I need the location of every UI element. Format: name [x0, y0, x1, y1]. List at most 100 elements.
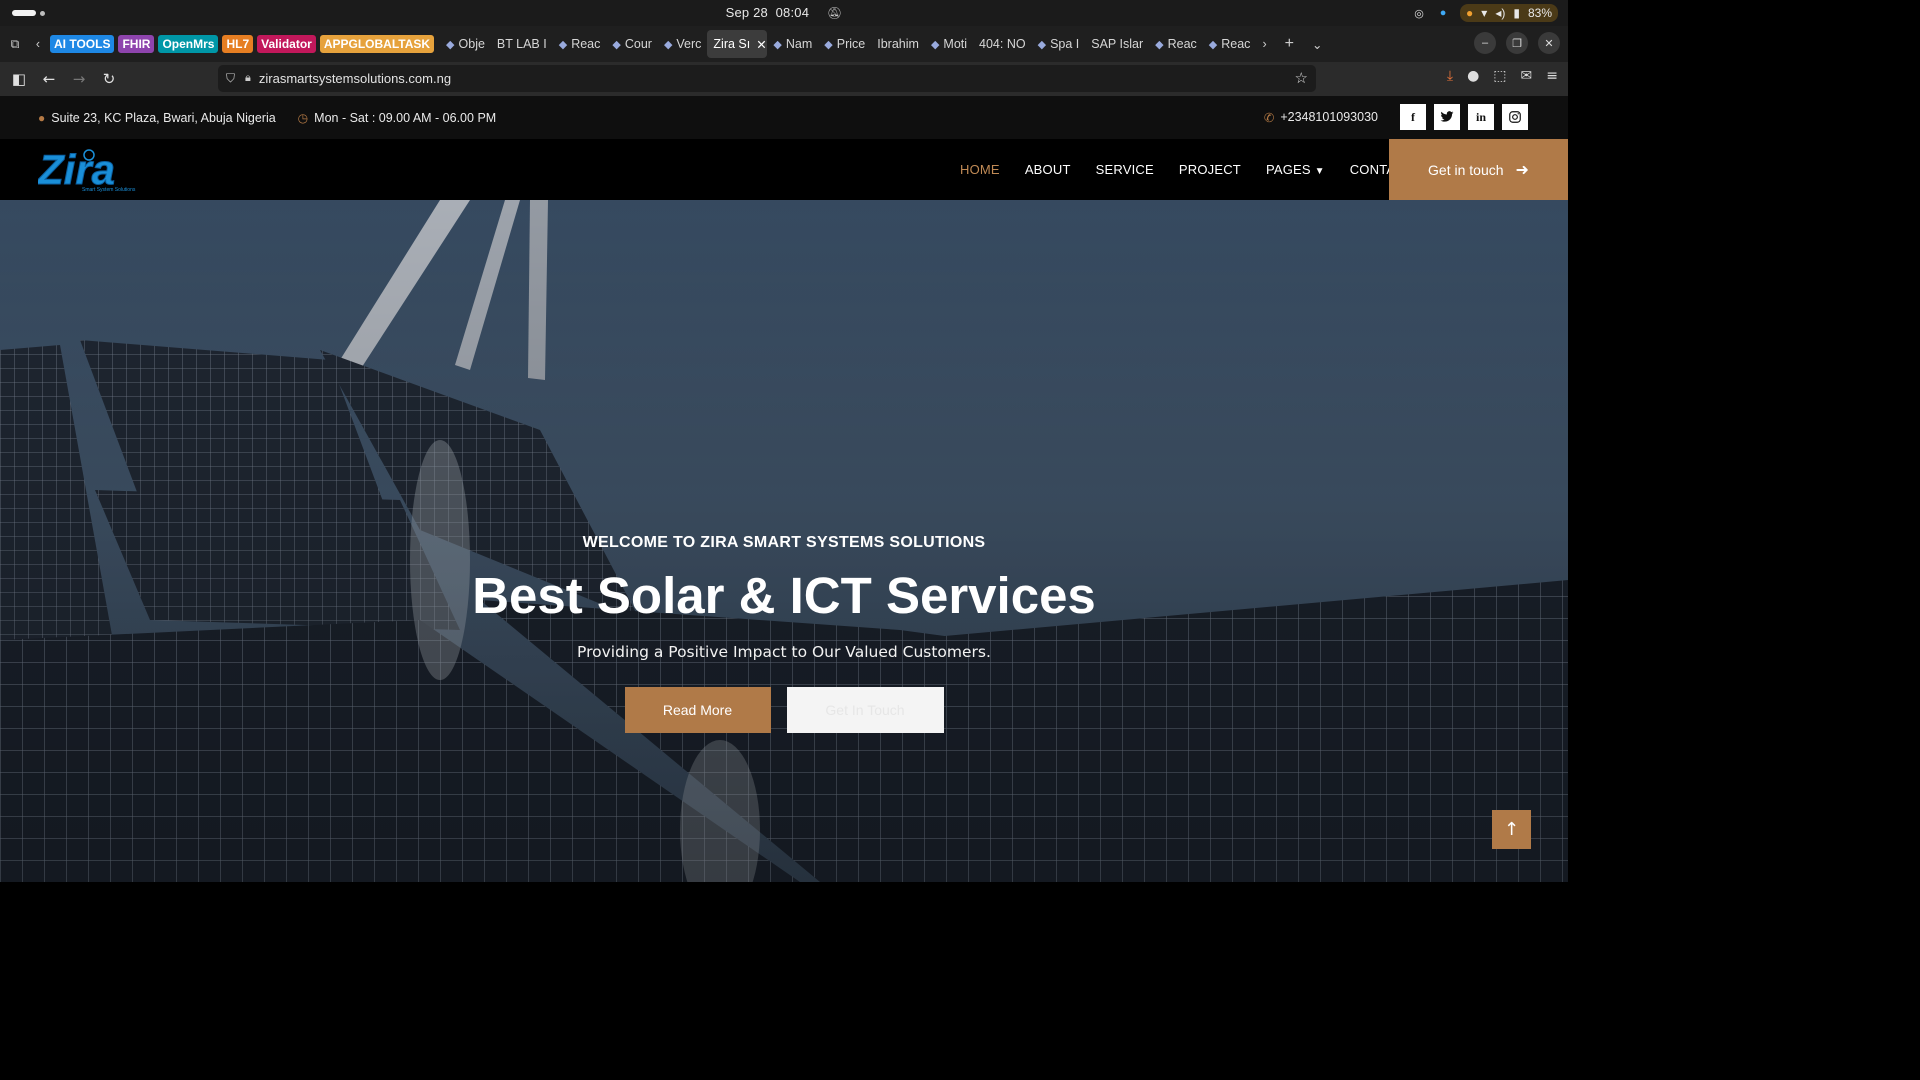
- facebook-icon[interactable]: f: [1400, 104, 1426, 130]
- extension-badge-icon[interactable]: ✉: [1521, 68, 1533, 84]
- browser-tab[interactable]: ◆ Price: [818, 30, 871, 58]
- tab-label: Zira Sı: [713, 37, 751, 51]
- minimize-icon[interactable]: –: [1474, 32, 1496, 54]
- browser-tab[interactable]: 404: NO: [973, 30, 1032, 58]
- grid-icon: ◆: [446, 38, 455, 51]
- hero-content: WELCOME TO ZIRA SMART SYSTEMS SOLUTIONS …: [0, 534, 1568, 733]
- pinned-group-2[interactable]: OpenMrs: [158, 35, 219, 53]
- tab-label: BT LAB I: [496, 37, 547, 51]
- bookmark-star-icon[interactable]: ☆: [1295, 69, 1308, 87]
- tab-overview-icon[interactable]: ⧉: [0, 37, 30, 52]
- instagram-icon[interactable]: [1502, 104, 1528, 130]
- hero-get-in-touch-button[interactable]: Get In Touch: [786, 687, 944, 733]
- twitter-icon[interactable]: [1434, 104, 1460, 130]
- url-text[interactable]: zirasmartsystemsolutions.com.ng: [259, 71, 451, 86]
- browser-tab[interactable]: ◆ Moti: [925, 30, 973, 58]
- tab-controls: › + ⌄: [1262, 35, 1322, 53]
- pinned-tab-groups: AI TOOLS FHIR OpenMrs HL7 Validator APPGLOBAL…: [50, 35, 435, 53]
- browser-tab[interactable]: ◆ Nam: [767, 30, 818, 58]
- get-in-touch-label: Get in touch: [1428, 161, 1504, 178]
- tab-label: Ibrahim: [877, 37, 919, 51]
- browser-tab[interactable]: Ibrahim: [871, 30, 925, 58]
- download-icon[interactable]: ⤓: [1447, 68, 1453, 84]
- back-to-top-button[interactable]: ↑: [1492, 810, 1531, 849]
- nav-home[interactable]: HOME: [960, 162, 1000, 177]
- reload-icon[interactable]: ↻: [94, 70, 124, 88]
- nav-about[interactable]: ABOUT: [1025, 162, 1071, 177]
- close-tab-icon[interactable]: ✕: [756, 37, 766, 52]
- browser-tab[interactable]: BT LAB I: [491, 30, 553, 58]
- browser-tab[interactable]: ◆ Verc: [658, 30, 707, 58]
- tab-label: Nam: [785, 37, 813, 51]
- battery-level: 83%: [1527, 6, 1552, 20]
- notifications-muted-icon: 🔕︎: [826, 6, 843, 20]
- browser-tab[interactable]: ◆ Reac: [1149, 30, 1203, 58]
- nav-service[interactable]: SERVICE: [1096, 162, 1154, 177]
- address-bar[interactable]: ⛉ 🔒︎ zirasmartsystemsolutions.com.ng ☆: [218, 65, 1316, 92]
- browser-tab[interactable]: ◆ Reac: [553, 30, 607, 58]
- pinned-group-0[interactable]: AI TOOLS: [50, 35, 115, 53]
- browser-tab[interactable]: ◆ Cour: [606, 30, 658, 58]
- volume-icon: ◂): [1495, 6, 1506, 20]
- profile-avatar[interactable]: ●: [1467, 68, 1479, 84]
- os-time: 08:04: [775, 5, 810, 20]
- website-viewport: ● Suite 23, KC Plaza, Bwari, Abuja Niger…: [0, 96, 1568, 882]
- menu-icon[interactable]: ≡: [1546, 68, 1558, 84]
- back-icon[interactable]: ←: [34, 70, 64, 88]
- browser-toolbar: ◧ ← → ↻ ⛉ 🔒︎ zirasmartsystemsolutions.co…: [0, 62, 1568, 96]
- phone-icon: ✆: [1263, 110, 1275, 125]
- hours-info: ◷ Mon - Sat : 09.00 AM - 06.00 PM: [298, 111, 497, 125]
- mic-indicator[interactable]: ● ▾ ◂) ▮ 83%: [1460, 4, 1558, 22]
- vercel-icon: ◆: [663, 38, 673, 51]
- tab-label: Spa I: [1050, 37, 1080, 51]
- react-icon: ◆: [1208, 38, 1218, 51]
- tab-label: Verc: [676, 37, 702, 51]
- os-clock[interactable]: Sep 28 08:04 🔕︎: [0, 5, 1568, 20]
- lock-icon[interactable]: 🔒︎: [245, 72, 251, 85]
- read-more-button[interactable]: Read More: [624, 687, 771, 733]
- open-tabs: ◆ Obje BT LAB I ◆ Reac ◆ Cour ◆ Verc Zira Sı ✕ ◆ Nam…: [440, 26, 1256, 62]
- tab-label: SAP Islar: [1091, 37, 1144, 51]
- system-tray: ◎ ● ● ▾ ◂) ▮ 83%: [1412, 4, 1558, 22]
- sidebar-toggle-icon[interactable]: ◧: [4, 70, 34, 88]
- clock-icon: ◷: [297, 110, 309, 125]
- browser-tab[interactable]: ◆ Obje: [440, 30, 491, 58]
- phone-info[interactable]: ✆ +2348101093030: [1264, 110, 1378, 125]
- restore-icon[interactable]: ❐: [1506, 32, 1528, 54]
- main-navigation: Zira Smart System Solutions HOME ABOUT S…: [0, 139, 1568, 200]
- react-icon: ◆: [558, 38, 568, 51]
- tab-label: Moti: [943, 37, 968, 51]
- extensions-icon[interactable]: ⬚: [1493, 68, 1506, 84]
- shield-icon[interactable]: ⛉: [226, 71, 235, 86]
- scroll-tabs-left-icon[interactable]: ‹: [30, 37, 46, 51]
- forward-icon[interactable]: →: [64, 70, 94, 88]
- browser-tab[interactable]: Zira Sı ✕: [707, 30, 768, 58]
- pinned-group-3[interactable]: HL7: [222, 35, 254, 53]
- address-info: ● Suite 23, KC Plaza, Bwari, Abuja Niger…: [38, 111, 276, 125]
- spa-icon: ◆: [1037, 38, 1047, 51]
- nav-pages[interactable]: PAGES ▼: [1266, 162, 1325, 177]
- browser-tab[interactable]: ◆ Reac: [1203, 30, 1257, 58]
- close-window-icon[interactable]: ✕: [1538, 32, 1560, 54]
- sync-icon[interactable]: ◎: [1412, 6, 1426, 20]
- map-pin-icon: ●: [38, 110, 46, 125]
- primary-menu: HOME ABOUT SERVICE PROJECT PAGES ▼ CONTA…: [960, 162, 1413, 177]
- browser-tab[interactable]: SAP Islar: [1085, 30, 1149, 58]
- get-in-touch-button[interactable]: Get in touch ➜: [1389, 139, 1568, 200]
- browser-tab[interactable]: ◆ Spa I: [1032, 30, 1086, 58]
- microphone-icon: ●: [1466, 6, 1474, 20]
- tab-strip: ⧉ ‹ AI TOOLS FHIR OpenMrs HL7 Validator APPGL…: [0, 26, 1568, 62]
- new-tab-icon[interactable]: +: [1285, 35, 1294, 53]
- pinned-group-4[interactable]: Validator: [257, 35, 316, 53]
- pinned-group-1[interactable]: FHIR: [118, 35, 155, 53]
- tab-list-icon[interactable]: ⌄: [1312, 37, 1322, 52]
- nav-project[interactable]: PROJECT: [1179, 162, 1241, 177]
- hero-subline: Providing a Positive Impact to Our Value…: [577, 643, 991, 661]
- tab-label: Reac: [1221, 37, 1251, 51]
- pinned-group-5[interactable]: APPGLOBALTASK: [319, 35, 435, 53]
- edge-icon[interactable]: ●: [1436, 6, 1450, 20]
- zira-logo[interactable]: Zira Smart System Solutions: [37, 146, 138, 194]
- phone-text: +2348101093030: [1280, 110, 1378, 124]
- scroll-tabs-right-icon[interactable]: ›: [1262, 37, 1266, 51]
- linkedin-icon[interactable]: in: [1468, 104, 1494, 130]
